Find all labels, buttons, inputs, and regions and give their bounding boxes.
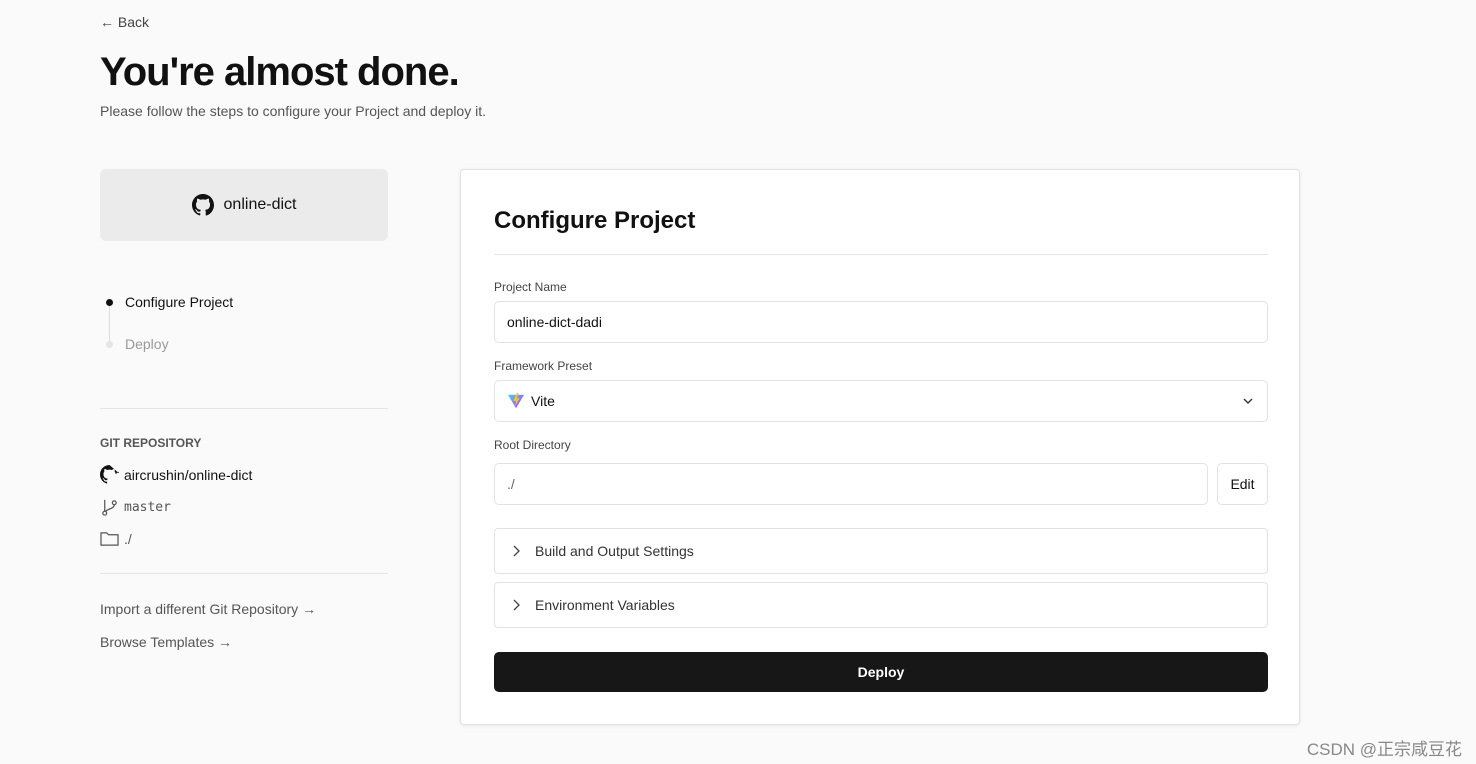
root-directory-label: Root Directory: [494, 438, 571, 452]
repo-card-name: online-dict: [223, 196, 297, 213]
chevron-right-icon: [513, 545, 520, 557]
step-label: Configure Project: [125, 294, 234, 310]
framework-preset-select[interactable]: Vite: [494, 380, 1268, 422]
git-repository-heading: GIT REPOSITORY: [100, 436, 202, 450]
github-icon: [191, 194, 214, 216]
divider: [100, 408, 388, 409]
configure-project-panel: Configure Project Project Name online-di…: [460, 169, 1300, 725]
page-title: You're almost done.: [100, 50, 460, 94]
step-configure: Configure Project: [106, 294, 233, 310]
edit-label: Edit: [1230, 476, 1255, 492]
step-dot-active: [106, 298, 113, 306]
page-subtitle: Please follow the steps to configure you…: [100, 103, 486, 119]
import-different-repo-link[interactable]: Import a different Git Repository →: [100, 601, 316, 617]
root-directory-value: ./: [507, 476, 515, 492]
framework-value: Vite: [531, 393, 555, 409]
git-branch-name: master: [124, 500, 171, 515]
project-name-input[interactable]: online-dict-dadi: [494, 301, 1268, 343]
project-name-label: Project Name: [494, 280, 567, 294]
git-branch-row: master: [100, 498, 171, 517]
divider: [494, 254, 1268, 255]
project-name-value: online-dict-dadi: [507, 314, 602, 330]
git-repo-row: aircrushin/online-dict: [100, 465, 252, 484]
git-directory: ./: [124, 530, 132, 547]
folder-icon: [100, 532, 119, 546]
git-dir-row: ./: [100, 530, 132, 547]
repo-card: online-dict: [100, 169, 388, 241]
watermark: CSDN @正宗咸豆花: [1306, 740, 1462, 759]
accordion-label: Build and Output Settings: [535, 543, 694, 559]
step-dot-inactive: [106, 340, 113, 348]
panel-title: Configure Project: [494, 207, 696, 234]
environment-variables-accordion[interactable]: Environment Variables: [494, 582, 1268, 628]
divider: [100, 573, 388, 574]
step-deploy: Deploy: [106, 336, 169, 352]
accordion-label: Environment Variables: [535, 597, 675, 613]
build-output-settings-accordion[interactable]: Build and Output Settings: [494, 528, 1268, 574]
step-label: Deploy: [125, 336, 169, 352]
vite-logo-icon: [507, 392, 525, 409]
chevron-down-icon: [1243, 398, 1253, 404]
git-branch-icon: [102, 499, 117, 516]
back-link[interactable]: ← Back: [100, 14, 149, 30]
browse-templates-link[interactable]: Browse Templates →: [100, 634, 232, 650]
deploy-button[interactable]: Deploy: [494, 652, 1268, 692]
chevron-right-icon: [513, 599, 520, 611]
github-icon: [100, 465, 119, 484]
root-directory-input[interactable]: ./: [494, 463, 1208, 505]
edit-root-button[interactable]: Edit: [1217, 463, 1268, 505]
framework-preset-label: Framework Preset: [494, 359, 593, 373]
git-repo-name: aircrushin/online-dict: [124, 466, 253, 483]
